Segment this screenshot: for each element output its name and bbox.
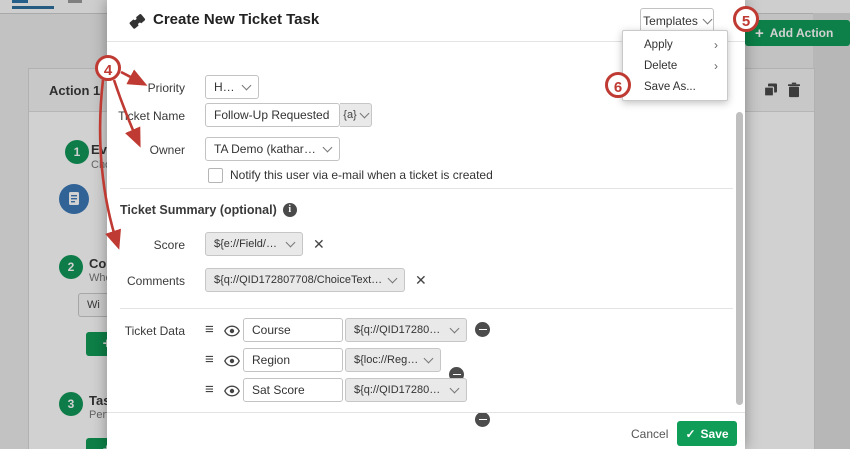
- remove-comments-icon[interactable]: ✕: [415, 272, 427, 289]
- score-select[interactable]: ${e://Field/CSAT}: [205, 232, 303, 256]
- submenu-arrow-icon: ›: [714, 38, 718, 52]
- remove-row-icon[interactable]: [475, 412, 490, 427]
- priority-select[interactable]: High: [205, 75, 259, 99]
- summary-heading-text: Ticket Summary (optional): [120, 203, 277, 217]
- ticket-data-value-select[interactable]: ${q://QID172807705/...: [345, 318, 467, 342]
- footer-divider: [107, 412, 745, 413]
- ticket-data-value-select[interactable]: ${loc://Region}: [345, 348, 441, 372]
- ticket-data-value: ${q://QID172807705/...: [354, 324, 445, 336]
- chevron-down-icon: [286, 238, 296, 248]
- ticket-data-name-input[interactable]: [243, 348, 343, 372]
- menu-item-apply[interactable]: Apply ›: [623, 34, 727, 55]
- ticket-name-input[interactable]: [205, 103, 340, 127]
- owner-select[interactable]: TA Demo (katharines+ta...: [205, 137, 340, 161]
- cancel-button[interactable]: Cancel: [631, 427, 668, 441]
- callout-6-badge: 6: [605, 72, 631, 98]
- remove-score-icon[interactable]: ✕: [313, 236, 325, 253]
- chevron-down-icon: [359, 109, 369, 119]
- chevron-down-icon: [242, 81, 252, 91]
- remove-row-icon[interactable]: [475, 322, 490, 337]
- ticket-data-name-input[interactable]: [243, 378, 343, 402]
- callout-5-badge: 5: [733, 6, 759, 32]
- templates-label: Templates: [643, 14, 698, 28]
- save-label: Save: [701, 427, 729, 441]
- notify-label: Notify this user via e-mail when a ticke…: [230, 168, 493, 182]
- submenu-arrow-icon: ›: [714, 59, 718, 73]
- piped-text-label: {a}: [343, 109, 356, 121]
- modal-scrollbar[interactable]: [736, 112, 743, 405]
- drag-handle-icon[interactable]: ≡: [205, 353, 214, 367]
- menu-item-save-as[interactable]: Save As...: [623, 76, 727, 97]
- priority-label: Priority: [107, 81, 185, 95]
- menu-item-delete[interactable]: Delete ›: [623, 55, 727, 76]
- eye-icon[interactable]: [224, 324, 240, 342]
- ticket-data-label: Ticket Data: [107, 324, 185, 338]
- save-button[interactable]: ✓ Save: [677, 421, 737, 446]
- drag-handle-icon[interactable]: ≡: [205, 383, 214, 397]
- menu-item-label: Delete: [644, 60, 677, 72]
- chevron-down-icon: [450, 384, 460, 394]
- ticket-data-name-input[interactable]: [243, 318, 343, 342]
- score-value: ${e://Field/CSAT}: [214, 238, 281, 250]
- chevron-down-icon: [388, 274, 398, 284]
- ticket-icon: [127, 11, 147, 36]
- templates-menu: Apply › Delete › Save As...: [622, 30, 728, 101]
- comments-value: ${q://QID172807708/ChoiceTextEntryValue}: [214, 274, 383, 286]
- menu-item-label: Save As...: [644, 81, 696, 93]
- owner-label: Owner: [107, 143, 185, 157]
- eye-icon[interactable]: [224, 384, 240, 402]
- eye-icon[interactable]: [224, 354, 240, 372]
- ticket-summary-heading: Ticket Summary (optional) i: [120, 203, 297, 217]
- chevron-down-icon: [702, 15, 712, 25]
- ticket-data-value: ${loc://Region}: [354, 354, 419, 366]
- ticket-data-value: ${q://QID172807702/...: [354, 384, 445, 396]
- drag-handle-icon[interactable]: ≡: [205, 323, 214, 337]
- section-divider: [120, 188, 733, 189]
- info-icon[interactable]: i: [283, 203, 297, 217]
- page: Action 1 1 Eve Choc 2 Con Whe Wi +: [0, 0, 850, 449]
- chevron-down-icon: [450, 324, 460, 334]
- score-label: Score: [107, 238, 185, 252]
- comments-select[interactable]: ${q://QID172807708/ChoiceTextEntryValue}: [205, 268, 405, 292]
- section-divider: [120, 308, 733, 309]
- modal-title: Create New Ticket Task: [153, 11, 319, 28]
- comments-label: Comments: [107, 274, 185, 288]
- ticket-name-label: Ticket Name: [107, 109, 185, 123]
- piped-text-button[interactable]: {a}: [340, 103, 372, 127]
- chevron-down-icon: [323, 143, 333, 153]
- callout-4-badge: 4: [95, 55, 121, 81]
- ticket-data-value-select[interactable]: ${q://QID172807702/...: [345, 378, 467, 402]
- check-icon: ✓: [685, 427, 695, 441]
- priority-value: High: [214, 80, 237, 94]
- owner-value: TA Demo (katharines+ta...: [214, 142, 318, 156]
- menu-item-label: Apply: [644, 39, 673, 51]
- notify-checkbox[interactable]: [208, 168, 223, 183]
- chevron-down-icon: [424, 354, 434, 364]
